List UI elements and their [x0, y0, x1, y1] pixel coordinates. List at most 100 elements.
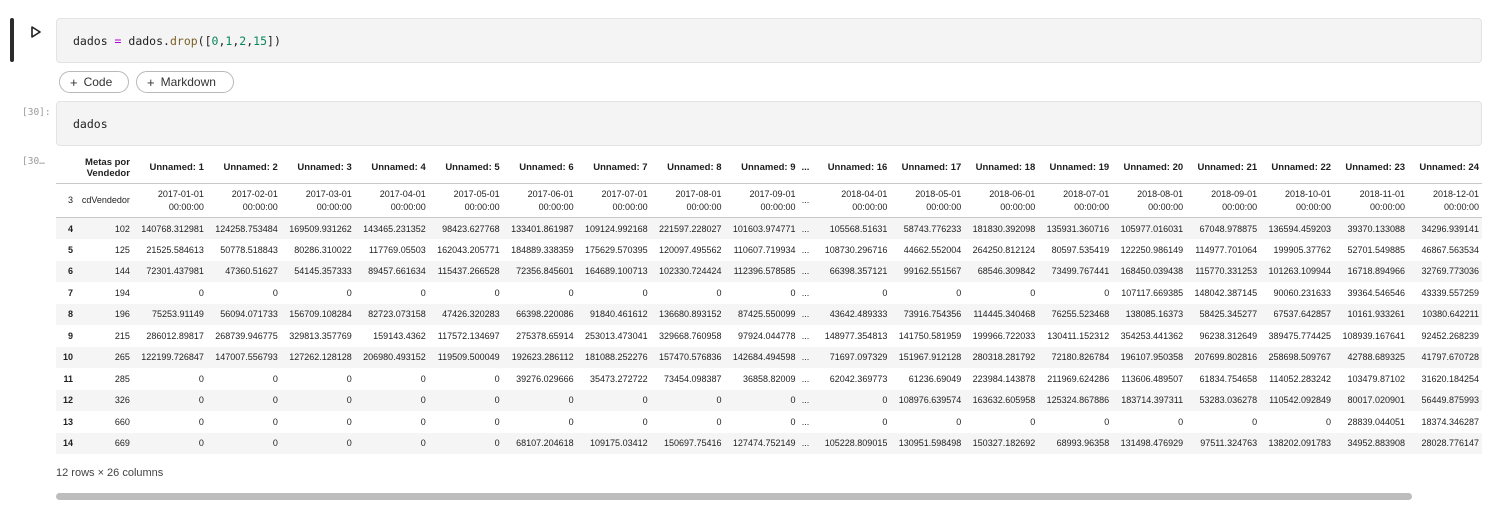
table-cell: 329668.760958: [658, 330, 722, 341]
row-index: 6: [67, 266, 73, 277]
table-cell: 140768.312981: [141, 223, 204, 234]
add-markdown-cell-button[interactable]: + Markdown: [136, 71, 234, 93]
table-cell: 0: [956, 416, 962, 427]
table-cell: 0: [346, 416, 352, 427]
table-cell: 0: [198, 287, 204, 298]
table-cell: 47426.320283: [442, 309, 500, 320]
table-cell: 0: [642, 416, 648, 427]
code-editor-line[interactable]: dados = dados.drop([0,1,2,15]): [73, 34, 281, 48]
table-cell: 223984.143878: [972, 373, 1036, 384]
table-cell: ...: [801, 223, 810, 234]
table-cell: 39364.546546: [1347, 287, 1406, 298]
table-cell: 0: [882, 395, 888, 406]
table-cell: 147007.556793: [215, 352, 278, 363]
column-header: Unnamed: 20: [1112, 152, 1187, 184]
code-editor-line[interactable]: dados: [73, 117, 108, 131]
table-cell: 80597.535419: [1051, 244, 1110, 255]
table-cell: 162043.205771: [437, 244, 500, 255]
table-cell: 0: [420, 438, 426, 449]
column-header: Unnamed: 2: [206, 152, 281, 184]
column-header: Unnamed: 22: [1260, 152, 1335, 184]
table-cell: 119509.500049: [437, 352, 500, 363]
table-cell: 138202.091783: [1268, 438, 1332, 449]
table-cell: 120097.495562: [658, 244, 722, 255]
table-cell: 72356.845601: [516, 266, 574, 277]
column-subheader: 2017-03-01 00:00:00: [280, 183, 355, 218]
table-cell: 131498.476929: [1120, 438, 1184, 449]
table-cell: 92452.268239: [1421, 330, 1479, 341]
column-subheader: 2018-05-01 00:00:00: [890, 183, 965, 218]
add-markdown-label: Markdown: [160, 75, 216, 89]
table-cell: ...: [801, 287, 810, 298]
table-cell: 73916.754356: [903, 309, 962, 320]
table-cell: 0: [272, 287, 278, 298]
table-cell: 0: [420, 395, 426, 406]
table-cell: 0: [1030, 416, 1036, 427]
table-cell: 28839.044051: [1347, 416, 1406, 427]
run-cell-button[interactable]: [28, 24, 44, 40]
table-cell: 91840.461612: [590, 309, 648, 320]
table-cell: 207699.802816: [1194, 352, 1258, 363]
table-cell: 0: [790, 395, 796, 406]
table-cell: 117769.05503: [368, 244, 426, 255]
play-icon: [31, 26, 41, 38]
table-cell: 175629.570395: [585, 244, 648, 255]
column-subheader: 2017-06-01 00:00:00: [502, 183, 577, 218]
table-cell: 0: [1104, 416, 1110, 427]
column-header: Unnamed: 19: [1038, 152, 1113, 184]
table-cell: 101263.109944: [1268, 266, 1332, 277]
table-cell: 148042.387145: [1194, 287, 1258, 298]
code-cell-dados[interactable]: dados: [56, 101, 1482, 146]
table-cell: 97511.324763: [1200, 438, 1258, 449]
table-cell: 130411.152312: [1047, 330, 1110, 341]
table-cell: 56094.071733: [220, 309, 278, 320]
row-index: 10: [62, 352, 73, 363]
column-subheader: 2017-09-01 00:00:00: [724, 183, 799, 218]
table-cell: 0: [420, 287, 426, 298]
table-cell: ...: [801, 330, 810, 341]
table-cell: 159143.4362: [373, 330, 426, 341]
table-cell: 125324.867886: [1046, 395, 1110, 406]
table-cell: 66398.357121: [829, 266, 888, 277]
horizontal-scrollbar-thumb[interactable]: [56, 493, 1412, 500]
add-code-cell-button[interactable]: + Code: [59, 71, 129, 93]
table-cell: 0: [198, 438, 204, 449]
table-cell: ...: [801, 352, 810, 363]
table-cell: 44662.552004: [903, 244, 962, 255]
code-token: drop: [169, 34, 198, 48]
table-cell: 47360.51627: [225, 266, 278, 277]
table-cell: 35473.272722: [590, 373, 648, 384]
code-token: dados: [73, 34, 108, 48]
table-cell: 0: [272, 395, 278, 406]
table-cell: 141750.581959: [898, 330, 962, 341]
code-token: dados: [128, 34, 164, 48]
code-cell-drop[interactable]: dados = dados.drop([0,1,2,15]): [56, 18, 1482, 63]
table-cell: 133401.861987: [511, 223, 574, 234]
table-cell: 389475.774425: [1268, 330, 1332, 341]
table-cell: 36858.82009: [742, 373, 796, 384]
column-subheader: 2018-11-01 00:00:00: [1334, 183, 1409, 218]
table-cell: 101603.974771: [732, 223, 796, 234]
table-cell: 196107.950358: [1120, 352, 1184, 363]
table-cell: 148977.354813: [824, 330, 888, 341]
table-cell: 31620.184254: [1421, 373, 1479, 384]
column-header: Unnamed: 24: [1408, 152, 1482, 184]
table-cell: 67537.642857: [1273, 309, 1332, 320]
table-cell: 16718.894966: [1347, 266, 1406, 277]
table-cell: 125: [114, 244, 130, 255]
table-cell: 136594.459203: [1268, 223, 1332, 234]
table-cell: 75253.91149: [151, 309, 204, 320]
table-cell: 127262.128128: [289, 352, 352, 363]
column-header: Unnamed: 6: [502, 152, 577, 184]
table-cell: 56449.875993: [1421, 395, 1479, 406]
table-cell: 108730.296716: [824, 244, 888, 255]
table-row: 9 215 286012.89817 268739.946775 329813.3577…: [56, 325, 1482, 347]
column-subheader: 2017-01-01 00:00:00: [132, 183, 207, 218]
table-cell: 109124.992168: [585, 223, 648, 234]
row-index: 4: [67, 223, 73, 234]
table-cell: 163632.605958: [972, 395, 1036, 406]
row-index: 7: [67, 287, 73, 298]
table-cell: 0: [346, 287, 352, 298]
table-cell: 268739.946775: [215, 330, 278, 341]
table-cell: 113606.489507: [1121, 373, 1184, 384]
